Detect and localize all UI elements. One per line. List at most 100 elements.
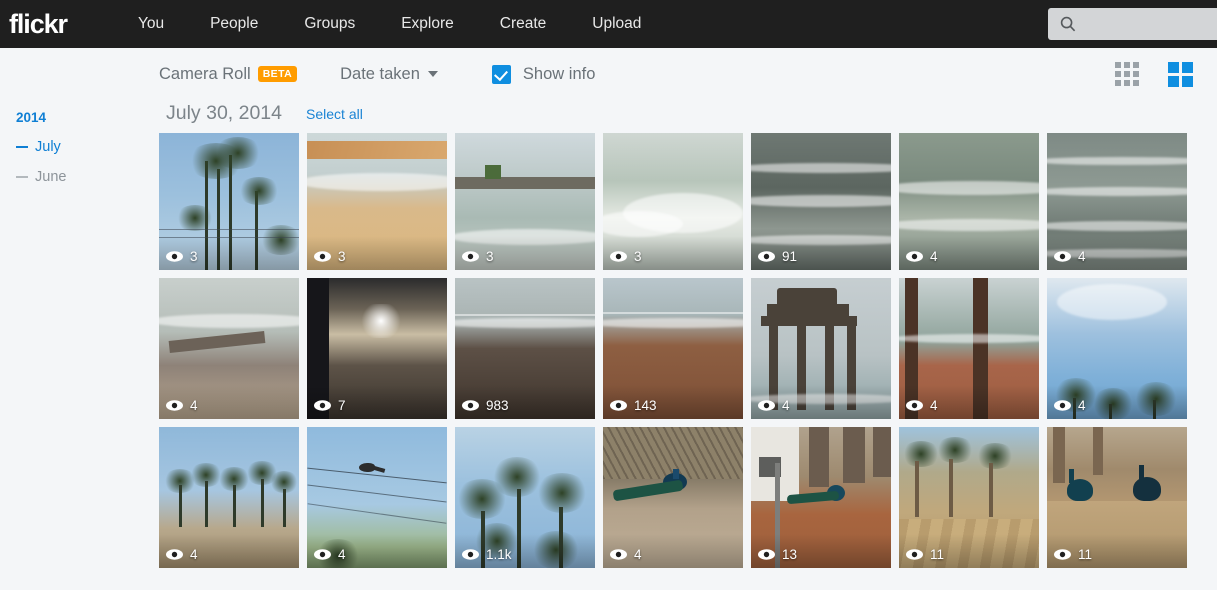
eye-icon [906, 549, 923, 560]
sort-dropdown-label: Date taken [340, 64, 420, 83]
photo-tile[interactable]: 4 [307, 427, 447, 568]
view-count-value: 4 [1078, 398, 1086, 413]
sidebar-month-june[interactable]: June [0, 169, 159, 185]
eye-icon [462, 549, 479, 560]
eye-icon [906, 400, 923, 411]
photo-tile[interactable]: 11 [899, 427, 1039, 568]
view-count-badge: 3 [166, 249, 198, 264]
show-info-label: Show info [522, 64, 596, 83]
date-sidebar: 2014 July June [0, 100, 159, 568]
grid-2x2-icon[interactable] [1168, 61, 1193, 87]
view-count-badge: 4 [906, 249, 938, 264]
show-info-checkbox[interactable] [491, 64, 511, 84]
eye-icon [166, 549, 183, 560]
photo-tile[interactable]: 91 [751, 133, 891, 270]
view-count-value: 4 [190, 547, 198, 562]
photo-tile[interactable]: 11 [1047, 427, 1187, 568]
view-count-value: 4 [190, 398, 198, 413]
nav-item-groups[interactable]: Groups [281, 0, 378, 48]
view-count-badge: 4 [1054, 249, 1086, 264]
sidebar-month-july-label: July [35, 139, 61, 155]
search-icon [1060, 16, 1076, 32]
photo-tile[interactable]: 983 [455, 278, 595, 419]
flickr-logo[interactable]: flickr [9, 10, 68, 38]
view-count-badge: 4 [166, 547, 198, 562]
eye-icon [906, 251, 923, 262]
view-count-badge: 13 [758, 547, 797, 562]
show-info-toggle[interactable]: Show info [480, 64, 596, 84]
sidebar-month-july[interactable]: July [0, 139, 159, 155]
search-input[interactable] [1083, 16, 1203, 32]
eye-icon [314, 400, 331, 411]
view-count-value: 4 [930, 398, 938, 413]
nav-item-you[interactable]: You [115, 0, 187, 48]
eye-icon [610, 400, 627, 411]
photo-tile[interactable]: 4 [899, 278, 1039, 419]
view-count-value: 11 [930, 547, 945, 562]
view-count-badge: 4 [1054, 398, 1086, 413]
grid-3x3-icon[interactable] [1115, 62, 1139, 86]
nav-item-people[interactable]: People [187, 0, 281, 48]
photo-tile[interactable]: 143 [603, 278, 743, 419]
photo-tile[interactable]: 4 [603, 427, 743, 568]
sidebar-month-june-label: June [35, 169, 67, 185]
view-count-value: 3 [486, 249, 494, 264]
eye-icon [166, 400, 183, 411]
top-navigation-bar: flickr You People Groups Explore Create … [0, 0, 1217, 48]
view-count-badge: 3 [314, 249, 346, 264]
view-count-value: 4 [1078, 249, 1086, 264]
view-count-badge: 143 [610, 398, 657, 413]
photo-tile[interactable]: 1.1k [455, 427, 595, 568]
photo-tile[interactable]: 4 [751, 278, 891, 419]
eye-icon [758, 251, 775, 262]
view-count-value: 3 [634, 249, 642, 264]
view-count-value: 143 [634, 398, 657, 413]
eye-icon [314, 549, 331, 560]
photo-tile[interactable]: 4 [1047, 133, 1187, 270]
sidebar-year-2014[interactable]: 2014 [0, 110, 159, 125]
photo-tile[interactable]: 4 [159, 278, 299, 419]
photo-tile[interactable]: 7 [307, 278, 447, 419]
photo-row: 3 3 3 3 91 4 4 [159, 133, 1217, 270]
photo-row: 4 4 1.1k 4 13 11 11 [159, 427, 1217, 568]
eye-icon [758, 549, 775, 560]
camera-roll-title-text: Camera Roll [159, 64, 251, 83]
photo-tile[interactable]: 3 [307, 133, 447, 270]
photo-tile[interactable]: 4 [1047, 278, 1187, 419]
photo-tile[interactable]: 3 [603, 133, 743, 270]
view-count-value: 7 [338, 398, 346, 413]
view-count-value: 4 [782, 398, 790, 413]
photo-tile[interactable]: 13 [751, 427, 891, 568]
eye-icon [1054, 251, 1071, 262]
photo-tile[interactable]: 4 [899, 133, 1039, 270]
photo-tile[interactable]: 4 [159, 427, 299, 568]
main-nav: You People Groups Explore Create Upload [115, 0, 664, 48]
nav-item-create[interactable]: Create [477, 0, 570, 48]
eye-icon [1054, 549, 1071, 560]
date-heading: July 30, 2014 [166, 102, 283, 124]
view-mode-toggle [1115, 61, 1193, 87]
eye-icon [166, 251, 183, 262]
eye-icon [610, 251, 627, 262]
dash-icon [16, 145, 28, 149]
view-count-value: 91 [782, 249, 798, 264]
view-count-badge: 11 [906, 547, 944, 562]
view-count-badge: 1.1k [462, 547, 512, 562]
view-count-value: 11 [1078, 547, 1093, 562]
view-count-badge: 4 [610, 547, 642, 562]
select-all-link[interactable]: Select all [306, 106, 363, 122]
photo-tile[interactable]: 3 [159, 133, 299, 270]
eye-icon [314, 251, 331, 262]
view-count-value: 3 [338, 249, 346, 264]
sort-dropdown[interactable]: Date taken [340, 65, 438, 84]
date-group-header: July 30, 2014 Select all [159, 100, 1217, 133]
search-box[interactable] [1048, 8, 1217, 40]
view-count-badge: 7 [314, 398, 346, 413]
view-count-badge: 4 [314, 547, 346, 562]
nav-item-explore[interactable]: Explore [378, 0, 477, 48]
nav-item-upload[interactable]: Upload [569, 0, 664, 48]
view-count-value: 4 [930, 249, 938, 264]
view-count-badge: 4 [166, 398, 198, 413]
photo-tile[interactable]: 3 [455, 133, 595, 270]
view-count-value: 13 [782, 547, 798, 562]
